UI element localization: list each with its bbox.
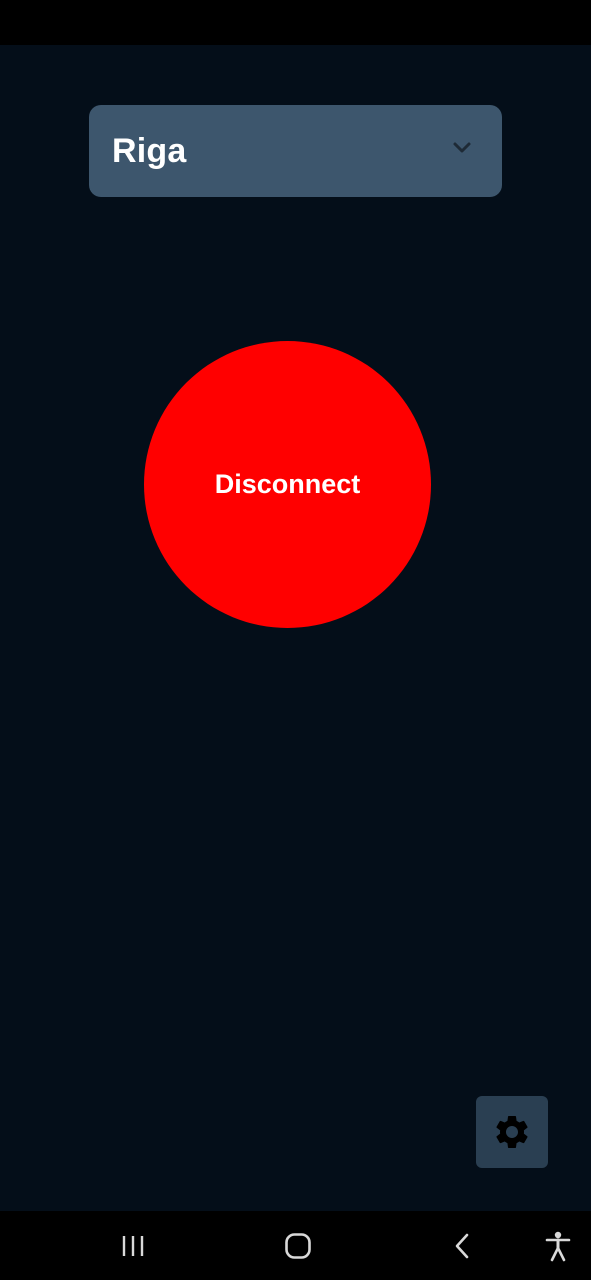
settings-button[interactable] bbox=[476, 1096, 548, 1168]
gear-icon bbox=[496, 1116, 528, 1148]
back-button[interactable] bbox=[443, 1229, 483, 1263]
status-bar bbox=[0, 0, 591, 45]
app-screen: Riga Disconnect bbox=[0, 45, 591, 1211]
disconnect-button-label: Disconnect bbox=[214, 469, 361, 499]
server-select-dropdown[interactable]: Riga bbox=[89, 105, 502, 197]
disconnect-button[interactable]: Disconnect bbox=[144, 341, 431, 628]
server-select-value: Riga bbox=[112, 131, 187, 170]
chevron-down-icon bbox=[453, 142, 471, 153]
recent-apps-button[interactable] bbox=[113, 1229, 153, 1263]
accessibility-icon bbox=[545, 1231, 571, 1262]
recent-apps-icon bbox=[122, 1236, 144, 1256]
home-icon bbox=[285, 1233, 311, 1259]
back-icon bbox=[455, 1233, 469, 1259]
system-nav-bar bbox=[0, 1211, 591, 1280]
accessibility-button[interactable] bbox=[538, 1229, 578, 1263]
home-button[interactable] bbox=[278, 1229, 318, 1263]
